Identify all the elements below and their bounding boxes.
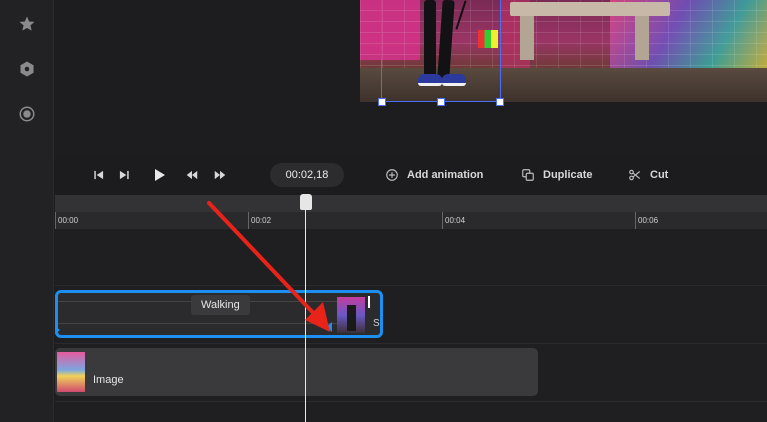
bench-leg	[635, 16, 649, 60]
cut-label: Cut	[650, 169, 669, 181]
left-rail	[0, 0, 54, 422]
record-icon[interactable]	[17, 104, 37, 124]
image-clip[interactable]: Image	[55, 348, 538, 396]
scrub-bar[interactable]	[55, 195, 767, 212]
timecode-display: 00:02,18	[270, 163, 344, 187]
animation-label-tag[interactable]: Walking	[191, 295, 250, 315]
ruler-tick	[442, 212, 443, 229]
ruler-tick	[248, 212, 249, 229]
ruler-label: 00:04	[445, 216, 466, 225]
playhead-handle[interactable]	[300, 194, 312, 210]
play-icon[interactable]	[151, 165, 167, 185]
ruler-tick	[55, 212, 56, 229]
scissors-icon	[629, 169, 641, 181]
track-divider	[55, 285, 767, 286]
skip-forward-icon[interactable]	[117, 165, 131, 185]
clip-thumbnail	[57, 352, 85, 392]
ruler-label: 00:00	[58, 216, 79, 225]
skip-back-icon[interactable]	[92, 165, 106, 185]
resize-handle-bottom-left[interactable]	[378, 98, 386, 106]
playhead-line[interactable]	[305, 210, 306, 422]
add-animation-label: Add animation	[407, 169, 484, 181]
resize-handle-bottom-right[interactable]	[496, 98, 504, 106]
walking-animation-clip[interactable]: Walking S	[55, 290, 383, 338]
duplicate-icon	[522, 169, 534, 181]
ruler-label: 00:06	[638, 216, 659, 225]
timeline-ruler[interactable]: 00:00 00:02 00:04 00:06	[55, 195, 767, 229]
selection-box[interactable]	[381, 0, 501, 102]
bench	[510, 2, 670, 16]
resize-handle-bottom-center[interactable]	[437, 98, 445, 106]
clip-trim-handle[interactable]	[368, 296, 370, 308]
keyframe-marker[interactable]	[55, 326, 60, 334]
track-divider	[55, 343, 767, 344]
track-divider	[55, 401, 767, 402]
add-animation-button[interactable]: Add animation	[385, 165, 483, 185]
ruler-tick	[635, 212, 636, 229]
character-figure	[347, 305, 356, 331]
hexagon-icon[interactable]	[17, 59, 37, 79]
clip-name-truncated: S	[373, 318, 380, 329]
clip-guide-line	[58, 323, 338, 324]
timeline-toolbar: 00:02,18 Add animation Duplicate Cut	[55, 155, 767, 195]
fast-forward-icon[interactable]	[213, 165, 227, 185]
duplicate-label: Duplicate	[543, 169, 593, 181]
cut-button[interactable]: Cut	[628, 165, 668, 185]
ruler-label: 00:02	[251, 216, 272, 225]
duplicate-button[interactable]: Duplicate	[521, 165, 593, 185]
image-clip-label: Image	[93, 374, 124, 386]
star-icon[interactable]	[17, 14, 37, 34]
keyframe-marker[interactable]	[326, 322, 332, 332]
bench-leg	[520, 16, 534, 60]
rewind-icon[interactable]	[185, 165, 199, 185]
plus-circle-icon	[386, 169, 398, 181]
clip-thumbnail	[337, 297, 365, 333]
